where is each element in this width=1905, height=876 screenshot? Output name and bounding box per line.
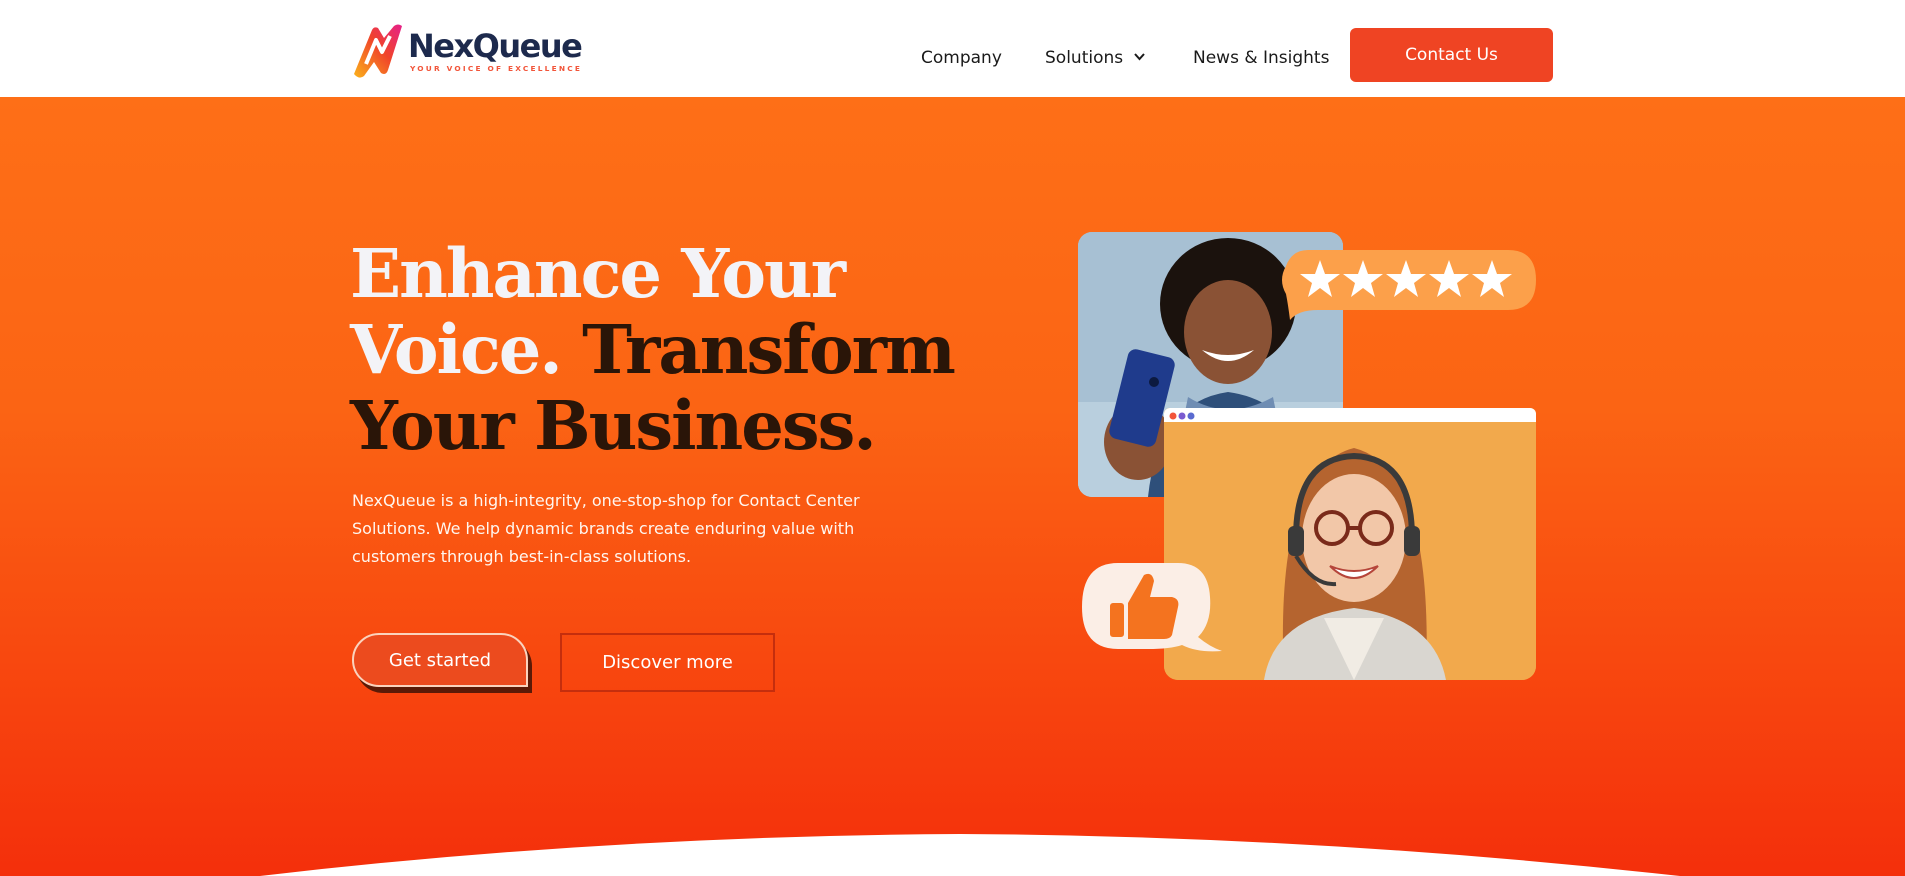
nav-company[interactable]: Company — [921, 46, 1002, 70]
brand-logo[interactable]: NexQueue YOUR VOICE OF EXCELLENCE — [350, 22, 583, 80]
hero-illustration — [1078, 232, 1538, 682]
contact-us-button[interactable]: Contact Us — [1350, 28, 1553, 82]
logo-wordmark: NexQueue — [408, 27, 583, 65]
window-titlebar — [1164, 408, 1536, 422]
hero-description: NexQueue is a high-integrity, one-stop-s… — [352, 491, 860, 566]
thumbs-up-bubble — [1082, 563, 1222, 652]
rating-bubble — [1282, 250, 1536, 320]
logo-tagline: YOUR VOICE OF EXCELLENCE — [410, 64, 583, 73]
logo-mark-icon — [354, 24, 402, 78]
headline-line-1: Enhance Your — [350, 234, 846, 313]
hero-bottom-wave — [0, 834, 1905, 876]
headline-voice: Voice. — [350, 310, 563, 389]
nav-solutions[interactable]: Solutions — [1045, 46, 1123, 70]
chevron-down-icon[interactable] — [1133, 52, 1146, 62]
headline-transform: Transform — [582, 310, 956, 389]
hero-section — [0, 97, 1905, 876]
get-started-button[interactable]: Get started — [352, 633, 528, 687]
headline-line-3: Your Business. — [350, 386, 877, 465]
discover-more-button[interactable]: Discover more — [560, 633, 775, 692]
hero-headline: Enhance Your Voice. Transform Your Busin… — [350, 234, 956, 465]
site-header: NexQueue YOUR VOICE OF EXCELLENCE Compan… — [0, 0, 1905, 97]
nav-news-insights[interactable]: News & Insights — [1193, 46, 1329, 70]
